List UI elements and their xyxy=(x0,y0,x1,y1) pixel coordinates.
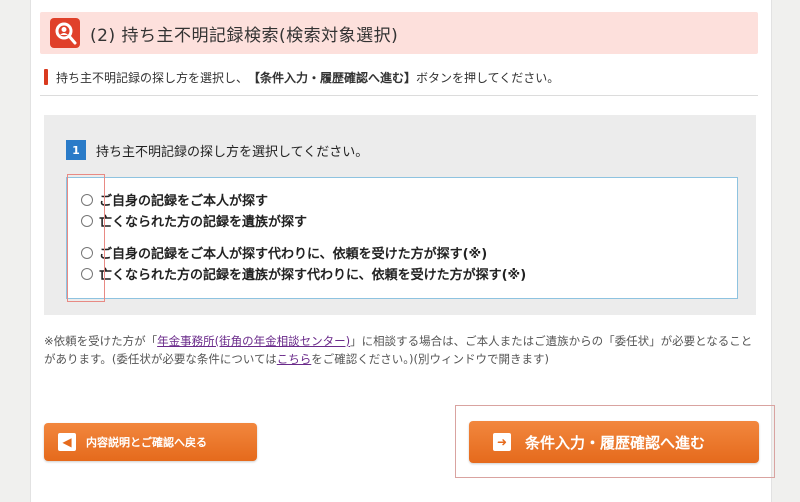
option-label: ご自身の記録をご本人が探す xyxy=(99,194,269,209)
back-button[interactable]: ◀ 内容説明とご確認へ戻る xyxy=(44,423,257,461)
divider xyxy=(40,95,758,96)
instruction-marker xyxy=(44,69,48,85)
option-label: ご自身の記録をご本人が探す代わりに、依頼を受けた方が探す(※) xyxy=(99,247,488,262)
instruction-bold: 【条件入力・履歴確認へ進む】 xyxy=(248,70,417,85)
step-label: 持ち主不明記録の探し方を選択してください。 xyxy=(96,145,369,160)
section-header: (2) 持ち主不明記録検索(検索対象選択) xyxy=(40,12,758,54)
option-list: ご自身の記録をご本人が探す 亡くなられた方の記録を遺族が探す ご自身の記録をご本… xyxy=(66,177,738,299)
pension-office-link[interactable]: 年金事務所(街角の年金相談センター) xyxy=(157,334,350,348)
option-family-search[interactable]: 亡くなられた方の記録を遺族が探す xyxy=(81,211,307,230)
conditions-link[interactable]: こちら xyxy=(277,352,312,366)
proxy-note: ※依頼を受けた方が「年金事務所(街角の年金相談センター)」に相談する場合は、ご本… xyxy=(44,332,756,368)
instruction-suffix: ボタンを押してください。 xyxy=(416,70,560,85)
option-label: 亡くなられた方の記録を遺族が探す代わりに、依頼を受けた方が探す(※) xyxy=(99,268,527,283)
option-proxy-self-search[interactable]: ご自身の記録をご本人が探す代わりに、依頼を受けた方が探す(※) xyxy=(81,243,487,262)
option-proxy-family-search[interactable]: 亡くなられた方の記録を遺族が探す代わりに、依頼を受けた方が探す(※) xyxy=(81,264,526,283)
highlight-box-next xyxy=(455,405,775,478)
page-title: (2) 持ち主不明記録検索(検索対象選択) xyxy=(90,25,399,46)
option-self-search[interactable]: ご自身の記録をご本人が探す xyxy=(81,190,268,209)
arrow-left-icon: ◀ xyxy=(58,433,76,451)
selection-panel: 1 持ち主不明記録の探し方を選択してください。 ご自身の記録をご本人が探す 亡く… xyxy=(44,115,756,315)
instruction-text: 持ち主不明記録の探し方を選択し、 【条件入力・履歴確認へ進む】 ボタンを押してく… xyxy=(44,66,756,88)
instruction-prefix: 持ち主不明記録の探し方を選択し、 xyxy=(56,70,249,85)
option-label: 亡くなられた方の記録を遺族が探す xyxy=(99,215,308,230)
note-text-3: をご確認ください。)(別ウィンドウで開きます) xyxy=(311,352,549,366)
back-button-label: 内容説明とご確認へ戻る xyxy=(86,436,207,449)
highlight-box-radios xyxy=(67,174,105,302)
search-person-icon xyxy=(50,18,80,48)
note-text-1: ※依頼を受けた方が「 xyxy=(44,334,158,348)
step-number-badge: 1 xyxy=(66,140,86,160)
